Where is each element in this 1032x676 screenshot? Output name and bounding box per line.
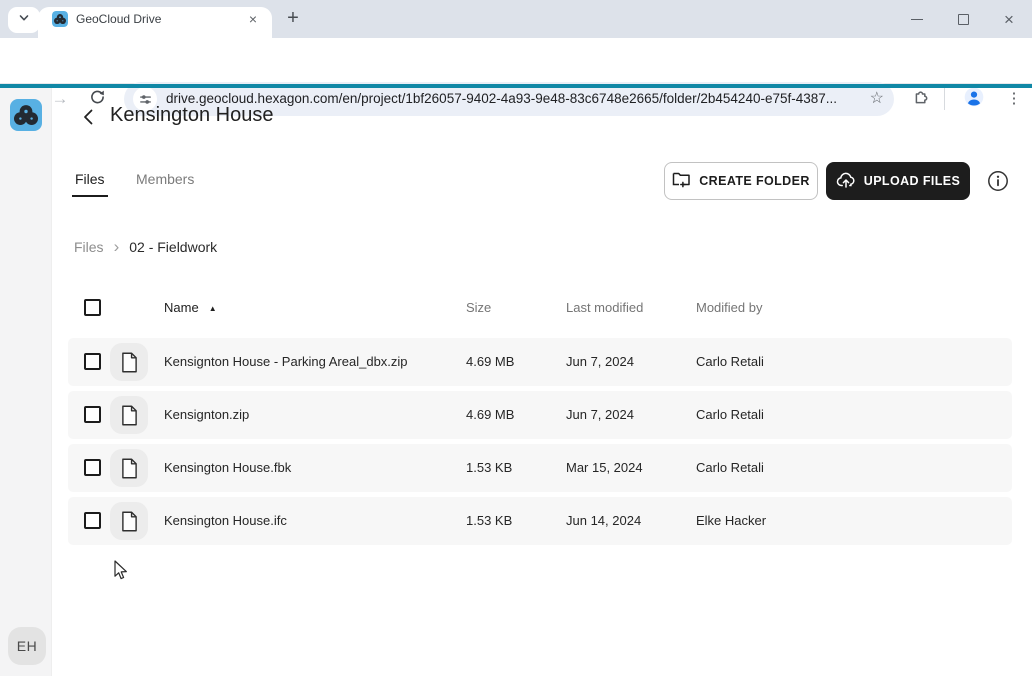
tab-members[interactable]: Members <box>136 171 194 187</box>
row-checkbox[interactable] <box>84 353 101 370</box>
file-name[interactable]: Kensignton.zip <box>164 391 249 439</box>
geocloud-logo-icon[interactable] <box>10 99 42 131</box>
browser-profile-button[interactable] <box>961 86 987 112</box>
file-size: 4.69 MB <box>466 338 514 386</box>
file-last-modified: Jun 7, 2024 <box>566 338 634 386</box>
file-row[interactable]: Kensignton.zip 4.69 MB Jun 7, 2024 Carlo… <box>68 391 1012 439</box>
column-header-modified-by[interactable]: Modified by <box>696 292 762 324</box>
file-row[interactable]: Kensington House.ifc 1.53 KB Jun 14, 202… <box>68 497 1012 545</box>
create-folder-label: CREATE FOLDER <box>699 174 810 188</box>
file-name[interactable]: Kensignton House - Parking Areal_dbx.zip <box>164 338 408 386</box>
file-modified-by: Carlo Retali <box>696 391 764 439</box>
active-tab-underline <box>72 195 108 197</box>
create-folder-button[interactable]: CREATE FOLDER <box>664 162 818 200</box>
window-close-button[interactable]: × <box>986 0 1032 38</box>
breadcrumb-files[interactable]: Files <box>74 239 104 255</box>
row-checkbox[interactable] <box>84 512 101 529</box>
window-maximize-button[interactable] <box>940 0 986 38</box>
column-header-name[interactable]: Name▲ <box>164 292 217 324</box>
file-modified-by: Carlo Retali <box>696 444 764 492</box>
browser-toolbar: ← → drive.geocloud.hexagon.com/en/projec… <box>0 38 1032 84</box>
page-title: Kensington House <box>110 104 273 127</box>
file-size: 1.53 KB <box>466 444 512 492</box>
user-avatar[interactable]: EH <box>8 627 46 665</box>
file-table-header: Name▲ Size Last modified Modified by <box>68 292 1012 324</box>
row-checkbox[interactable] <box>84 459 101 476</box>
file-icon <box>110 449 148 487</box>
upload-files-label: UPLOAD FILES <box>864 174 960 188</box>
file-name[interactable]: Kensington House.fbk <box>164 444 291 492</box>
sort-asc-icon: ▲ <box>209 304 217 313</box>
browser-menu-button[interactable]: ⋮ <box>1003 86 1025 112</box>
file-size: 1.53 KB <box>466 497 512 545</box>
tab-files[interactable]: Files <box>75 171 105 187</box>
column-header-size[interactable]: Size <box>466 292 491 324</box>
file-last-modified: Jun 14, 2024 <box>566 497 641 545</box>
extensions-button[interactable] <box>907 86 933 112</box>
select-all-checkbox[interactable] <box>84 299 101 316</box>
file-icon <box>110 343 148 381</box>
close-icon: × <box>1004 11 1014 28</box>
cloud-upload-icon <box>836 171 856 191</box>
app-sidebar: EH <box>0 88 52 676</box>
browser-titlebar: GeoCloud Drive × + × <box>0 0 1032 38</box>
profile-person-icon <box>964 87 984 112</box>
geocloud-favicon-icon <box>52 11 68 27</box>
row-checkbox[interactable] <box>84 406 101 423</box>
breadcrumb-chevron-icon: › <box>114 240 120 254</box>
mouse-cursor <box>114 560 130 582</box>
chevron-down-icon <box>17 11 31 30</box>
file-last-modified: Mar 15, 2024 <box>566 444 643 492</box>
back-button[interactable] <box>79 107 97 127</box>
breadcrumb: Files › 02 - Fieldwork <box>74 238 217 256</box>
toolbar-divider <box>944 88 945 110</box>
minimize-icon <box>911 19 923 20</box>
file-row[interactable]: Kensignton House - Parking Areal_dbx.zip… <box>68 338 1012 386</box>
file-row[interactable]: Kensington House.fbk 1.53 KB Mar 15, 202… <box>68 444 1012 492</box>
column-header-last-modified[interactable]: Last modified <box>566 292 643 324</box>
new-tab-button[interactable]: + <box>280 6 306 32</box>
file-modified-by: Elke Hacker <box>696 497 766 545</box>
puzzle-icon <box>912 88 929 110</box>
browser-tab[interactable]: GeoCloud Drive × <box>38 7 272 38</box>
folder-plus-icon <box>672 171 691 191</box>
file-name[interactable]: Kensington House.ifc <box>164 497 287 545</box>
file-icon <box>110 502 148 540</box>
file-icon <box>110 396 148 434</box>
tab-search-button[interactable] <box>8 7 40 33</box>
breadcrumb-current-folder: 02 - Fieldwork <box>129 239 217 255</box>
file-last-modified: Jun 7, 2024 <box>566 391 634 439</box>
window-minimize-button[interactable] <box>894 0 940 38</box>
browser-window: GeoCloud Drive × + × ← → drive.geocloud.… <box>0 0 1032 676</box>
tab-close-icon[interactable]: × <box>244 10 262 28</box>
info-button[interactable] <box>986 169 1010 193</box>
tab-title: GeoCloud Drive <box>76 12 161 26</box>
window-controls: × <box>894 0 1032 38</box>
file-modified-by: Carlo Retali <box>696 338 764 386</box>
file-size: 4.69 MB <box>466 391 514 439</box>
maximize-icon <box>958 14 969 25</box>
page-accent-bar <box>0 84 1032 88</box>
upload-files-button[interactable]: UPLOAD FILES <box>826 162 970 200</box>
